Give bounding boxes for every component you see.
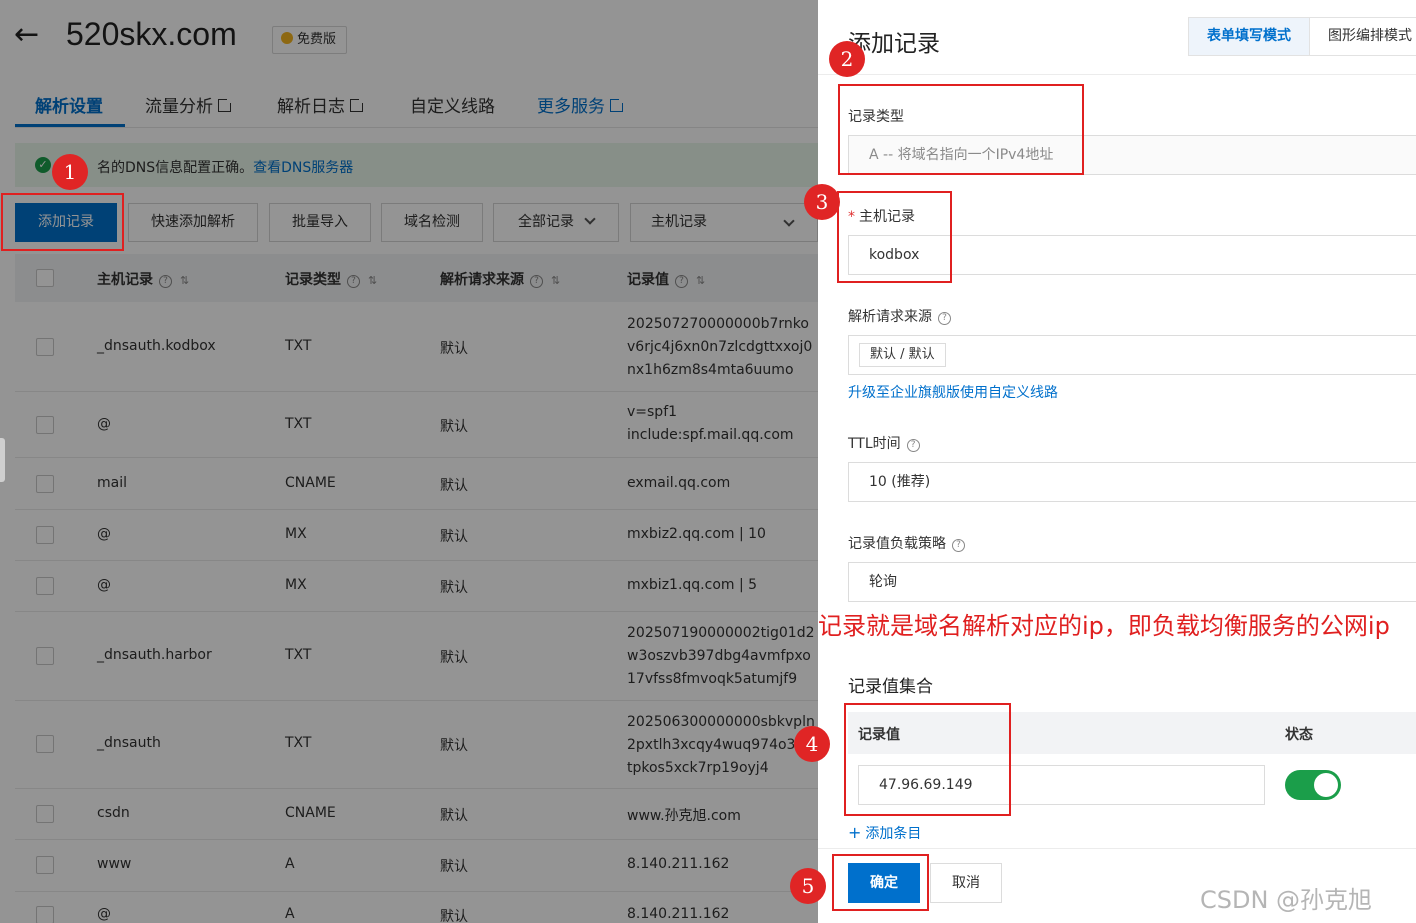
step-badge-5: 5 — [790, 868, 826, 904]
side-handle[interactable] — [0, 438, 5, 482]
help-icon: ? — [906, 439, 920, 452]
watermark: CSDN @孙克旭 — [1200, 886, 1373, 914]
record-values-header: 记录值 状态 — [848, 712, 1416, 754]
request-source-select[interactable]: 默认 / 默认 — [848, 335, 1416, 375]
ttl-label-text: TTL时间 — [848, 436, 901, 452]
lb-policy-label: 记录值负载策略? — [848, 533, 965, 553]
confirm-button[interactable]: 确定 — [848, 863, 920, 903]
divider — [818, 74, 1416, 75]
add-record-drawer: 添加记录 表单填写模式 图形编排模式 记录类型 A -- 将域名指向一个IPv4… — [818, 0, 1416, 923]
mode-switch: 表单填写模式 图形编排模式 — [1188, 17, 1416, 56]
upgrade-link[interactable]: 升级至企业旗舰版使用自定义线路 — [848, 382, 1058, 402]
host-record-label: * 主机记录 — [848, 206, 915, 226]
add-item-label: 添加条目 — [865, 826, 922, 842]
record-values-title: 记录值集合 — [848, 677, 933, 697]
footer-divider — [818, 848, 1416, 849]
request-source-label: 解析请求来源? — [848, 306, 951, 326]
step-badge-2: 2 — [829, 41, 865, 77]
step-badge-4: 4 — [794, 726, 830, 762]
source-tag: 默认 / 默认 — [859, 343, 946, 367]
step-badge-1: 1 — [52, 154, 88, 190]
col-status: 状态 — [1285, 727, 1313, 743]
host-record-label-text: 主机记录 — [859, 209, 915, 225]
lb-policy-label-text: 记录值负载策略 — [848, 536, 946, 552]
host-record-input[interactable]: kodbox — [848, 235, 1416, 275]
request-source-label-text: 解析请求来源 — [848, 309, 932, 325]
dns-records-page: ← 520skx.com 免费版 解析设置 流量分析 解析日志 自定义线路 更多… — [0, 0, 818, 923]
record-type-label: 记录类型 — [848, 109, 904, 125]
modal-backdrop[interactable] — [0, 0, 818, 923]
annotation-note: 记录就是域名解析对应的ip，即负载均衡服务的公网ip — [818, 612, 1390, 640]
step-badge-3: 3 — [804, 184, 840, 220]
status-toggle[interactable] — [1285, 770, 1341, 800]
col-record-value: 记录值 — [858, 727, 900, 743]
cancel-button[interactable]: 取消 — [930, 863, 1002, 903]
plus-icon: + — [848, 823, 862, 842]
record-value-input[interactable]: 47.96.69.149 — [858, 765, 1265, 805]
help-icon: ? — [938, 312, 951, 325]
help-icon: ? — [952, 539, 965, 552]
ttl-select[interactable]: 10 (推荐) — [848, 462, 1416, 502]
required-mark: * — [848, 209, 855, 225]
graph-mode-tab[interactable]: 图形编排模式 — [1310, 18, 1416, 55]
form-mode-tab[interactable]: 表单填写模式 — [1189, 18, 1310, 55]
add-item-button[interactable]: + 添加条目 — [848, 823, 921, 843]
ttl-label: TTL时间? — [848, 433, 920, 453]
record-type-select[interactable]: A -- 将域名指向一个IPv4地址 — [848, 135, 1416, 175]
lb-policy-select[interactable]: 轮询 — [848, 562, 1416, 602]
toggle-knob — [1314, 773, 1338, 797]
